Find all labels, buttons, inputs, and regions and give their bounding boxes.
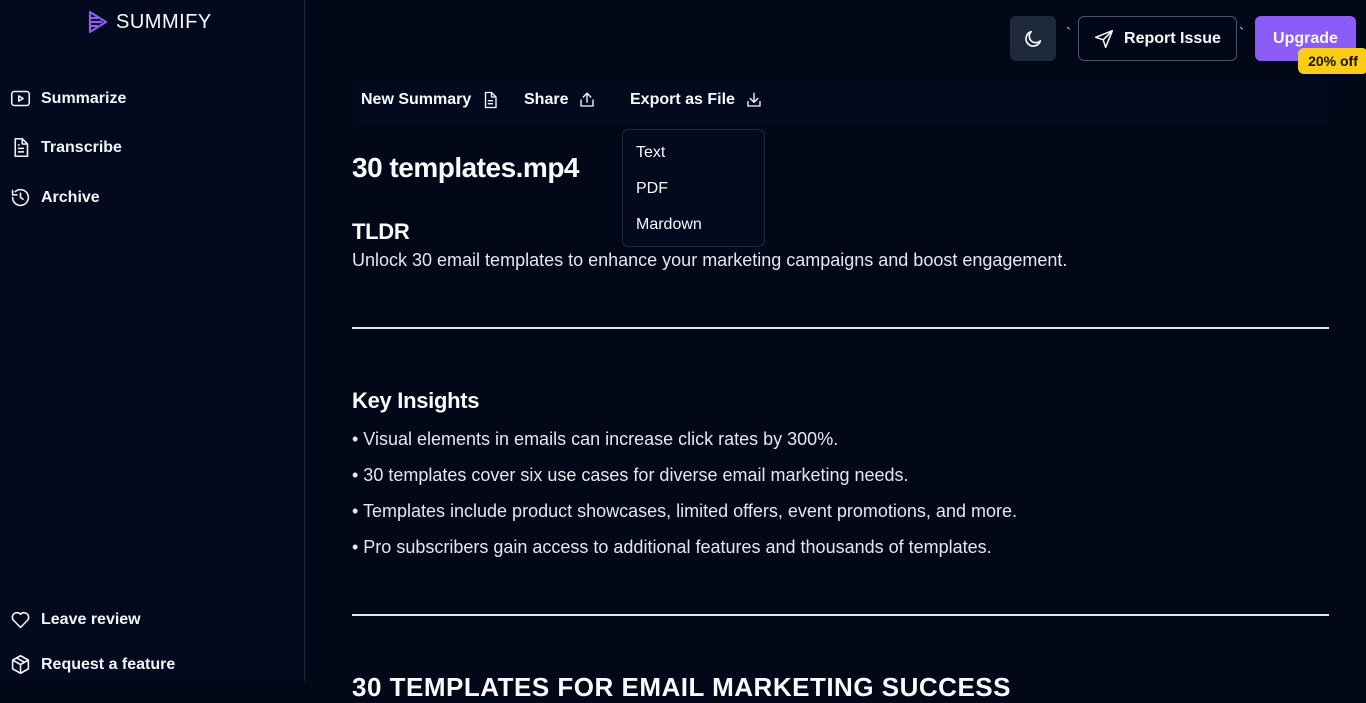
export-label: Export as File xyxy=(630,91,735,108)
share-button[interactable]: Share xyxy=(524,91,596,109)
report-issue-label: Report Issue xyxy=(1124,29,1221,47)
export-file-button[interactable]: Export as File xyxy=(630,91,763,109)
main-content: ` Report Issue ` Upgrade 20% off New Sum… xyxy=(306,0,1366,702)
package-icon xyxy=(11,654,30,675)
share-label: Share xyxy=(524,91,569,108)
sidebar-item-label: Summarize xyxy=(41,89,127,107)
play-square-icon xyxy=(10,90,31,107)
theme-toggle-button[interactable] xyxy=(1010,16,1056,61)
discount-badge: 20% off xyxy=(1298,48,1366,74)
sidebar-item-transcribe[interactable]: Transcribe xyxy=(10,137,122,158)
document-icon xyxy=(14,137,29,158)
new-summary-button[interactable]: New Summary xyxy=(361,91,499,109)
tldr-heading: TLDR xyxy=(352,219,410,244)
separator-tick: ` xyxy=(1239,26,1245,43)
insight-item: • Pro subscribers gain access to additio… xyxy=(352,537,992,557)
export-option-text[interactable]: Text xyxy=(636,144,665,162)
heart-icon xyxy=(11,611,30,629)
section-heading: 30 TEMPLATES FOR EMAIL MARKETING SUCCESS xyxy=(352,672,1011,702)
download-icon xyxy=(747,92,761,107)
sidebar-item-archive[interactable]: Archive xyxy=(10,187,100,208)
share-icon xyxy=(580,92,595,107)
send-icon xyxy=(1094,29,1114,48)
logo[interactable]: SUMMIFY xyxy=(86,10,212,34)
section-divider xyxy=(352,327,1329,329)
sidebar-item-request-feature[interactable]: Request a feature xyxy=(10,654,175,675)
summary-toolbar: New Summary Share Export as File xyxy=(352,79,1329,124)
page-title: 30 templates.mp4 xyxy=(352,152,580,183)
upgrade-label: Upgrade xyxy=(1273,29,1338,47)
export-option-markdown[interactable]: Mardown xyxy=(636,216,702,234)
summify-logo-icon xyxy=(88,10,108,34)
insight-item: • 30 templates cover six use cases for d… xyxy=(352,465,909,485)
sidebar-item-label: Transcribe xyxy=(41,138,122,156)
insight-item: • Templates include product showcases, l… xyxy=(352,501,1017,521)
moon-icon xyxy=(1025,30,1042,47)
sidebar-item-summarize[interactable]: Summarize xyxy=(10,88,126,109)
brand-name: SUMMIFY xyxy=(116,10,212,33)
section-divider xyxy=(352,614,1329,616)
export-option-pdf[interactable]: PDF xyxy=(636,180,668,198)
separator-tick: ` xyxy=(1066,26,1072,43)
sidebar-item-label: Request a feature xyxy=(41,655,176,673)
tldr-text: Unlock 30 email templates to enhance you… xyxy=(352,250,1068,270)
insight-item: • Visual elements in emails can increase… xyxy=(352,429,839,449)
report-issue-button[interactable]: Report Issue xyxy=(1078,16,1237,61)
history-icon xyxy=(11,188,30,207)
sidebar-item-leave-review[interactable]: Leave review xyxy=(10,609,141,630)
export-dropdown-menu: Text PDF Mardown xyxy=(622,129,765,247)
key-insights-heading: Key Insights xyxy=(352,388,480,413)
file-text-icon xyxy=(485,91,497,109)
new-summary-label: New Summary xyxy=(361,91,472,108)
sidebar-item-label: Archive xyxy=(41,188,100,206)
sidebar-item-label: Leave review xyxy=(41,610,141,628)
sidebar: SUMMIFY Summarize Transcribe Archive Lea… xyxy=(0,0,305,681)
